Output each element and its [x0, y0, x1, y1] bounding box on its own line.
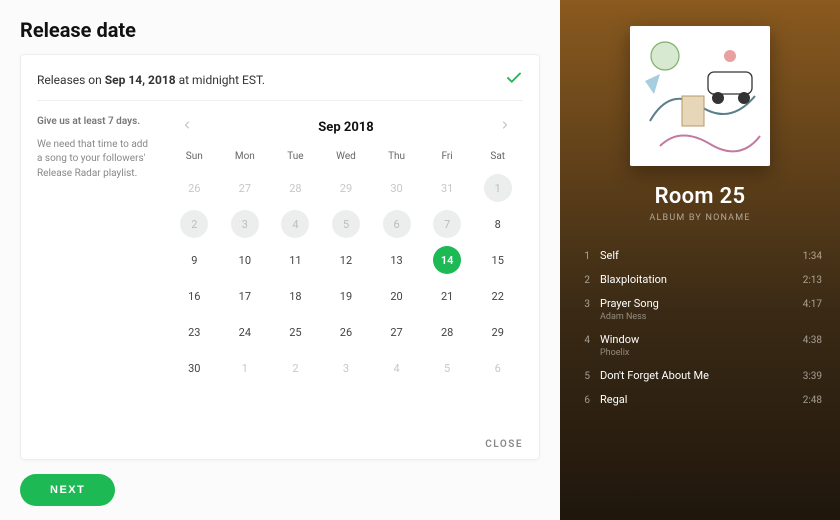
dow-label: Sun: [169, 145, 220, 170]
album-subtitle: ALBUM BY NONAME: [649, 213, 750, 223]
dow-label: Tue: [270, 145, 321, 170]
album-preview-panel: Room 25 ALBUM BY NONAME 1 Self 1:34 2 Blaxpl…: [560, 0, 840, 520]
album-title: Room 25: [655, 184, 746, 209]
album-art: [630, 26, 770, 166]
release-prefix: Releases on: [37, 73, 105, 87]
calendar-card: Releases on Sep 14, 2018 at midnight EST…: [20, 54, 540, 460]
track-number: 1: [578, 251, 590, 262]
calendar-day: 3: [332, 354, 360, 382]
track-artist: Phoelix: [600, 348, 793, 358]
track-row[interactable]: 6 Regal 2:48: [578, 393, 822, 406]
track-row[interactable]: 3 Prayer Song Adam Ness 4:17: [578, 297, 822, 322]
track-row[interactable]: 1 Self 1:34: [578, 249, 822, 262]
track-duration: 3:39: [803, 371, 822, 382]
calendar-day[interactable]: 23: [180, 318, 208, 346]
calendar-day[interactable]: 27: [383, 318, 411, 346]
calendar-day[interactable]: 11: [281, 246, 309, 274]
calendar-day: 3: [231, 210, 259, 238]
release-summary-text: Releases on Sep 14, 2018 at midnight EST…: [37, 73, 265, 87]
calendar-day: 26: [180, 174, 208, 202]
track-number: 3: [578, 299, 590, 310]
track-number: 2: [578, 275, 590, 286]
calendar-day: 4: [383, 354, 411, 382]
track-number: 6: [578, 395, 590, 406]
calendar-day: 30: [383, 174, 411, 202]
track-name: Don't Forget About Me: [600, 369, 793, 382]
calendar-day[interactable]: 29: [484, 318, 512, 346]
track-number: 5: [578, 371, 590, 382]
release-date-panel: Release date Releases on Sep 14, 2018 at…: [0, 0, 560, 520]
calendar-day: 28: [281, 174, 309, 202]
calendar-day[interactable]: 20: [383, 282, 411, 310]
calendar-day[interactable]: 22: [484, 282, 512, 310]
calendar-day: 2: [180, 210, 208, 238]
prev-month-button[interactable]: [175, 115, 199, 139]
calendar-day: 31: [433, 174, 461, 202]
calendar-day: 1: [231, 354, 259, 382]
calendar-day: 4: [281, 210, 309, 238]
dow-label: Sat: [472, 145, 523, 170]
page-title: Release date: [20, 18, 540, 42]
release-suffix: at midnight EST.: [176, 73, 265, 87]
track-name: Blaxploitation: [600, 273, 793, 286]
hint-body: We need that time to add a song to your …: [37, 138, 155, 182]
hint-panel: Give us at least 7 days. We need that ti…: [37, 115, 155, 426]
calendar-day[interactable]: 12: [332, 246, 360, 274]
track-duration: 4:38: [803, 335, 822, 346]
calendar-day[interactable]: 19: [332, 282, 360, 310]
calendar-day[interactable]: 14: [433, 246, 461, 274]
calendar-day[interactable]: 18: [281, 282, 309, 310]
release-date-value: Sep 14, 2018: [105, 73, 176, 87]
calendar-day[interactable]: 15: [484, 246, 512, 274]
track-number: 4: [578, 335, 590, 346]
hint-title: Give us at least 7 days.: [37, 115, 155, 130]
dow-label: Thu: [371, 145, 422, 170]
calendar-day[interactable]: 10: [231, 246, 259, 274]
calendar-day: 6: [383, 210, 411, 238]
check-icon: [505, 69, 523, 90]
track-duration: 2:48: [803, 395, 822, 406]
calendar-day[interactable]: 30: [180, 354, 208, 382]
track-row[interactable]: 2 Blaxploitation 2:13: [578, 273, 822, 286]
calendar-day: 7: [433, 210, 461, 238]
calendar-day: 5: [332, 210, 360, 238]
calendar-day[interactable]: 9: [180, 246, 208, 274]
calendar-day: 2: [281, 354, 309, 382]
next-month-button[interactable]: [493, 115, 517, 139]
month-label: Sep 2018: [318, 120, 373, 135]
calendar-day[interactable]: 16: [180, 282, 208, 310]
calendar-day[interactable]: 28: [433, 318, 461, 346]
track-duration: 1:34: [803, 251, 822, 262]
calendar-day[interactable]: 25: [281, 318, 309, 346]
track-row[interactable]: 5 Don't Forget About Me 3:39: [578, 369, 822, 382]
close-button[interactable]: CLOSE: [485, 439, 523, 450]
track-name: Self: [600, 249, 793, 262]
calendar-day[interactable]: 21: [433, 282, 461, 310]
calendar-day[interactable]: 24: [231, 318, 259, 346]
calendar-day: 1: [484, 174, 512, 202]
track-list: 1 Self 1:34 2 Blaxploitation 2:13 3 Prayer Song…: [578, 249, 822, 406]
dow-label: Mon: [220, 145, 271, 170]
calendar-day[interactable]: 26: [332, 318, 360, 346]
calendar-day: 5: [433, 354, 461, 382]
dow-label: Fri: [422, 145, 473, 170]
track-duration: 2:13: [803, 275, 822, 286]
calendar-day: 27: [231, 174, 259, 202]
calendar-day[interactable]: 8: [484, 210, 512, 238]
calendar-day[interactable]: 13: [383, 246, 411, 274]
dow-label: Wed: [321, 145, 372, 170]
calendar: Sep 2018 SunMonTueWedThuFriSat 262728293…: [169, 115, 523, 426]
next-button[interactable]: NEXT: [20, 474, 115, 506]
release-summary-row: Releases on Sep 14, 2018 at midnight EST…: [37, 69, 523, 101]
track-name: Regal: [600, 393, 793, 406]
track-artist: Adam Ness: [600, 312, 793, 322]
track-duration: 4:17: [803, 299, 822, 310]
calendar-day[interactable]: 17: [231, 282, 259, 310]
calendar-day: 6: [484, 354, 512, 382]
calendar-day: 29: [332, 174, 360, 202]
track-row[interactable]: 4 Window Phoelix 4:38: [578, 333, 822, 358]
track-name: Window: [600, 333, 793, 346]
track-name: Prayer Song: [600, 297, 793, 310]
